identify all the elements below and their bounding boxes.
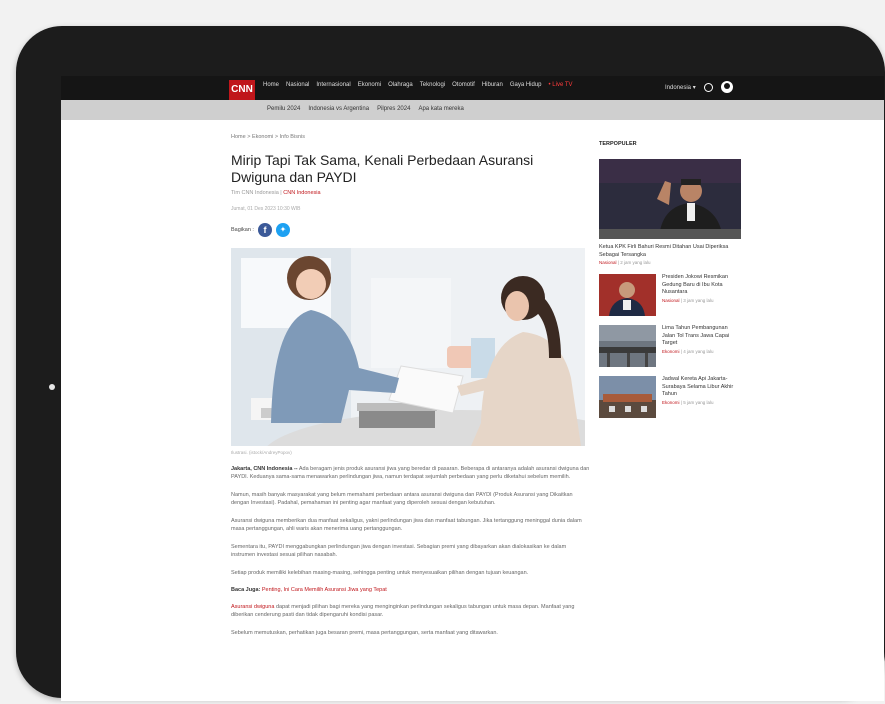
nav-item-ekonomi[interactable]: Ekonomi	[358, 82, 381, 88]
article: Home > Ekonomi > Info Bisnis Mirip Tapi …	[231, 134, 591, 637]
article-paragraph: Namun, masih banyak masyarakat yang belu…	[231, 492, 573, 506]
article-paragraph: Asuransi dwiguna memberikan dua manfaat …	[231, 518, 582, 532]
nav-right-tools: Indonesia ▾	[665, 81, 733, 93]
read-also-link[interactable]: Penting, Ini Cara Memilih Asuransi Jiwa …	[262, 587, 387, 593]
share-label: Bagikan :	[231, 227, 254, 233]
popular-thumbnail[interactable]	[599, 376, 656, 418]
subnav-item[interactable]: Indonesia vs Argentina	[308, 106, 369, 112]
person-photo	[599, 274, 656, 316]
popular-thumbnail[interactable]	[599, 325, 656, 367]
office-scene-illustration	[231, 248, 585, 446]
nav-item-teknologi[interactable]: Teknologi	[420, 82, 445, 88]
popular-item-title[interactable]: Presiden Jokowi Resmikan Gedung Baru di …	[662, 274, 742, 297]
article-photo	[231, 248, 585, 446]
time-label: 5 jam yang lalu	[683, 399, 714, 405]
user-icon[interactable]	[720, 81, 733, 93]
camera-dot	[49, 384, 55, 390]
article-paragraph: Sementara itu, PAYDI menggabungkan perli…	[231, 544, 567, 558]
nav-item-olahraga[interactable]: Olahraga	[388, 82, 413, 88]
top-navigation: CNN Home Nasional Internasional Ekonomi …	[61, 76, 884, 100]
nav-item-home[interactable]: Home	[263, 82, 279, 88]
subnav-item[interactable]: Pilpres 2024	[377, 106, 410, 112]
bridge-photo	[599, 325, 656, 367]
read-also-label: Baca Juga:	[231, 587, 262, 593]
time-label: 2 jam yang lalu	[620, 260, 651, 265]
popular-item[interactable]: Jadwal Kereta Api Jakarta-Surabaya Selam…	[599, 376, 744, 418]
sidebar-heading: TERPOPULER	[599, 141, 637, 147]
nav-item-nasional[interactable]: Nasional	[286, 82, 309, 88]
region-selector[interactable]: Indonesia ▾	[665, 84, 696, 91]
popular-item[interactable]: Lima Tahun Pembangunan Jalan Tol Trans J…	[599, 325, 744, 367]
nav-item-gaya-hidup[interactable]: Gaya Hidup	[510, 82, 542, 88]
speaker-photo	[599, 159, 741, 239]
popular-top-title[interactable]: Ketua KPK Firli Bahuri Resmi Ditahan Usa…	[599, 244, 739, 259]
nav-item-hiburan[interactable]: Hiburan	[482, 82, 503, 88]
article-paragraph: Setiap produk memiliki kelebihan masing-…	[231, 570, 529, 576]
tablet-frame: CNN Home Nasional Internasional Ekonomi …	[16, 26, 885, 701]
article-paragraph: Sebelum memutuskan, perhatikan juga besa…	[231, 630, 498, 636]
read-also: Baca Juga: Penting, Ini Cara Memilih Asu…	[231, 587, 591, 593]
dateline: Jakarta, CNN Indonesia --	[231, 466, 298, 472]
paragraph-text: dapat menjadi pilihan bagi mereka yang m…	[231, 604, 575, 618]
station-photo	[599, 376, 656, 418]
popular-item-title[interactable]: Lima Tahun Pembangunan Jalan Tol Trans J…	[662, 325, 742, 348]
sub-navigation: Pemilu 2024 Indonesia vs Argentina Pilpr…	[61, 100, 884, 120]
nav-item-otomotif[interactable]: Otomotif	[452, 82, 475, 88]
share-bar: Bagikan : f ✦	[231, 223, 591, 237]
popular-item-meta: Ekonomi | 5 jam yang lalu	[662, 399, 714, 405]
photo-caption: Ilustrasi. (istock/AndreyPopov)	[231, 450, 292, 455]
breadcrumb[interactable]: Home > Ekonomi > Info Bisnis	[231, 134, 591, 140]
category-label[interactable]: Nasional	[599, 260, 617, 265]
popular-item[interactable]: Presiden Jokowi Resmikan Gedung Baru di …	[599, 274, 744, 316]
category-label[interactable]: Ekonomi	[662, 400, 680, 405]
category-label[interactable]: Nasional	[662, 298, 680, 303]
nav-menu: Home Nasional Internasional Ekonomi Olah…	[263, 82, 573, 88]
browser-screen: CNN Home Nasional Internasional Ekonomi …	[61, 76, 884, 701]
article-date: Jumat, 01 Des 2023 10:30 WIB	[231, 206, 301, 212]
category-label[interactable]: Ekonomi	[662, 349, 680, 354]
inline-link[interactable]: Asuransi dwiguna	[231, 604, 274, 610]
cnn-logo[interactable]: CNN	[229, 80, 255, 100]
twitter-icon[interactable]: ✦	[275, 223, 290, 237]
time-label: 3 jam yang lalu	[683, 297, 714, 303]
popular-top-meta: Nasional | 2 jam yang lalu	[599, 260, 651, 265]
search-icon[interactable]	[703, 82, 713, 92]
nav-item-internasional[interactable]: Internasional	[316, 82, 350, 88]
subnav-item[interactable]: Pemilu 2024	[267, 106, 300, 112]
popular-item-meta: Ekonomi | 4 jam yang lalu	[662, 348, 714, 354]
subnav-item[interactable]: Apa kata mereka	[418, 106, 463, 112]
article-author: Tim CNN Indonesia | CNN Indonesia	[231, 190, 591, 196]
author-link[interactable]: CNN Indonesia	[283, 190, 320, 196]
popular-thumbnail[interactable]	[599, 274, 656, 316]
author-prefix: Tim CNN Indonesia |	[231, 190, 284, 196]
popular-sidebar: TERPOPULER Ketua KPK Firli Bahuri Resmi …	[599, 141, 744, 418]
article-paragraph: Asuransi dwiguna dapat menjadi pilihan b…	[231, 603, 591, 619]
nav-item-live-tv[interactable]: • Live TV	[549, 82, 573, 88]
popular-item-title[interactable]: Jadwal Kereta Api Jakarta-Surabaya Selam…	[662, 376, 742, 399]
facebook-icon[interactable]: f	[257, 223, 272, 237]
popular-item-meta: Nasional | 3 jam yang lalu	[662, 297, 714, 303]
time-label: 4 jam yang lalu	[683, 348, 714, 354]
popular-top-thumbnail[interactable]	[599, 159, 741, 239]
article-title: Mirip Tapi Tak Sama, Kenali Perbedaan As…	[231, 152, 534, 185]
article-paragraph: Jakarta, CNN Indonesia -- Ada beragam je…	[231, 465, 591, 481]
